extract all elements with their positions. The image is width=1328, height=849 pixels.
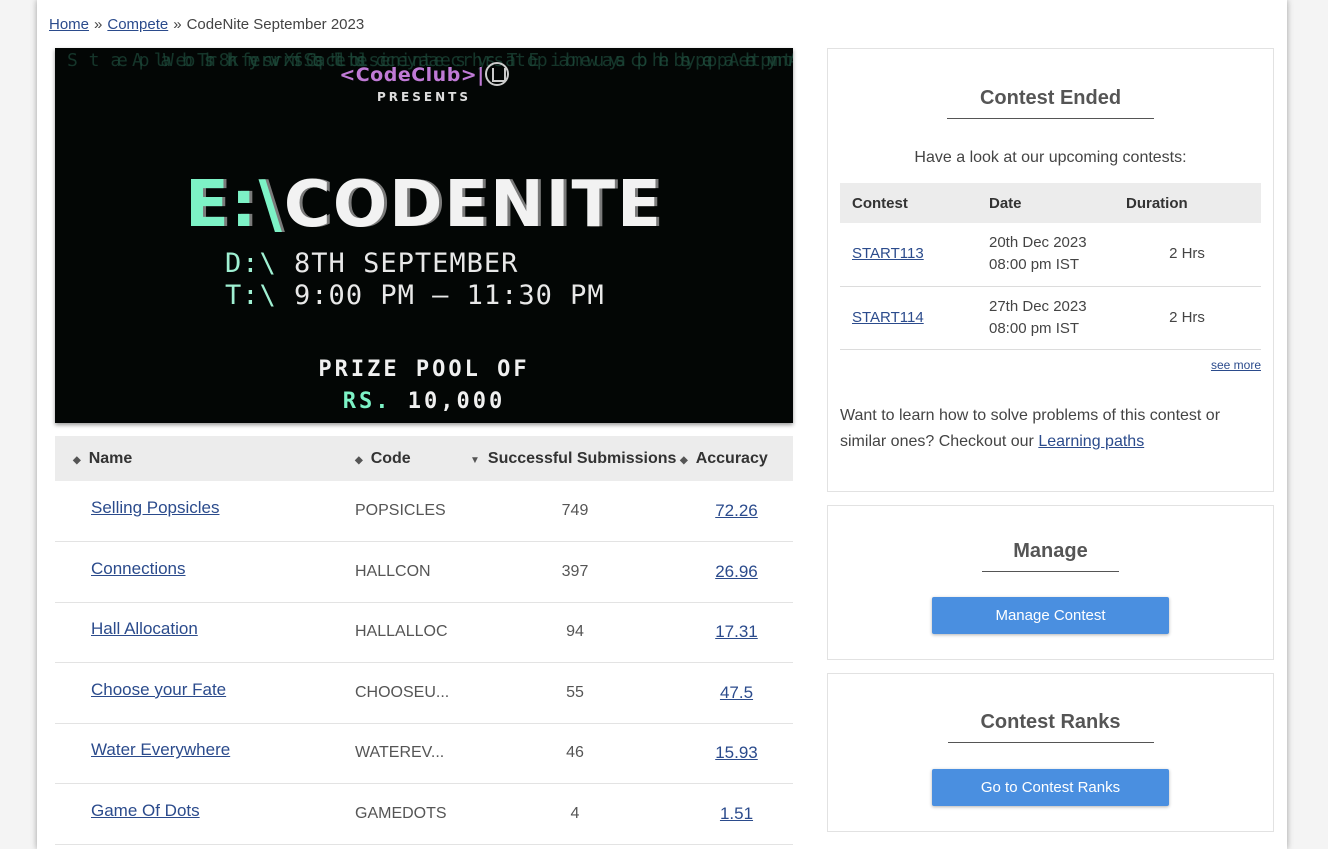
breadcrumb-separator: »: [94, 16, 103, 33]
upcoming-contests-table: Contest Date Duration START113 20th Dec …: [840, 183, 1261, 350]
contest-banner: S t a A l e T 8 f s X C ! b e p a b s r …: [55, 48, 793, 423]
learning-paths-link[interactable]: Learning paths: [1038, 433, 1144, 450]
learning-paths-message: Want to learn how to solve problems of t…: [840, 407, 1221, 450]
problem-accuracy-link[interactable]: 26.96: [715, 562, 758, 581]
table-row: START113 20th Dec 2023 08:00 pm IST 2 Hrs: [840, 223, 1261, 286]
problem-name-link[interactable]: Choose your Fate: [91, 680, 226, 699]
table-row: Game Of Dots GAMEDOTS 4 1.51: [55, 784, 793, 844]
banner-schedule: D:\ 8TH SEPTEMBER T:\ 9:00 PM – 11:30 PM: [225, 248, 605, 312]
upcoming-contest-date: 20th Dec 2023: [989, 234, 1087, 252]
see-more-link[interactable]: see more: [1211, 358, 1261, 372]
sort-desc-icon[interactable]: ▼: [470, 455, 480, 466]
upcoming-contests-text: Have a look at our upcoming contests:: [914, 149, 1187, 166]
problems-table: ◆ Name ◆ Code ▼ Successful Submissions ◆ Acc…: [55, 436, 793, 845]
banner-prize: PRIZE POOL OF RS. 10,000: [55, 354, 793, 418]
problem-submissions: 46: [566, 744, 584, 762]
table-row: Connections HALLCON 397 26.96: [55, 542, 793, 602]
manage-title: Manage: [1013, 540, 1088, 562]
upcoming-table-header: Contest Date Duration: [840, 183, 1261, 223]
problem-accuracy-link[interactable]: 1.51: [720, 804, 753, 823]
banner-presents: PRESENTS: [377, 90, 471, 104]
contest-ended-title: Contest Ended: [979, 87, 1122, 109]
problem-accuracy-link[interactable]: 72.26: [715, 501, 758, 520]
institute-emblem-icon: [484, 62, 509, 86]
problem-submissions: 55: [566, 683, 584, 701]
breadcrumb-separator: »: [173, 16, 182, 33]
problem-code: POPSICLES: [355, 502, 446, 519]
learning-paths-text: Want to learn how to solve problems of t…: [840, 403, 1260, 455]
prize-label: PRIZE POOL OF: [318, 357, 530, 382]
column-header-name[interactable]: ◆ Name: [55, 436, 355, 481]
prize-amount: 10,000: [407, 389, 506, 414]
column-header-accuracy[interactable]: ◆ Accuracy: [680, 436, 793, 481]
problem-accuracy-link[interactable]: 47.5: [720, 683, 753, 702]
contest-ranks-title: Contest Ranks: [980, 711, 1121, 733]
upcoming-contest-duration: 2 Hrs: [1169, 308, 1205, 326]
problem-name-link[interactable]: Hall Allocation: [91, 619, 198, 638]
banner-title-drive: E:\: [185, 168, 284, 242]
column-header-submissions[interactable]: ▼ Successful Submissions: [470, 436, 680, 481]
table-row: Hall Allocation HALLALLOC 94 17.31: [55, 602, 793, 663]
breadcrumb-current: CodeNite September 2023: [186, 16, 365, 33]
problem-accuracy-link[interactable]: 15.93: [715, 743, 758, 762]
logo-divider: |: [477, 64, 485, 86]
upcoming-contest-link[interactable]: START113: [852, 245, 924, 262]
table-row: Choose your Fate CHOOSEU... 55 47.5: [55, 663, 793, 723]
table-row: Water Everywhere WATEREV... 46 15.93: [55, 723, 793, 784]
date-prefix: D:\: [225, 248, 277, 279]
go-to-contest-ranks-button[interactable]: Go to Contest Ranks: [932, 769, 1169, 806]
manage-panel: Manage Manage Contest: [827, 505, 1274, 660]
time-prefix: T:\: [225, 280, 277, 311]
title-underline: [982, 571, 1119, 572]
codeclub-logo: <CodeClub>: [339, 64, 478, 86]
problem-name-link[interactable]: Selling Popsicles: [91, 498, 220, 517]
column-header-duration: Duration: [1126, 194, 1188, 212]
title-underline: [947, 742, 1154, 743]
column-header-contest: Contest: [852, 194, 908, 212]
title-underline: [947, 118, 1154, 119]
banner-title: E:\CODENITE: [55, 168, 793, 242]
upcoming-contest-time: 08:00 pm IST: [989, 319, 1080, 337]
breadcrumb: Home» Compete» CodeNite September 2023: [49, 16, 364, 33]
banner-title-name: CODENITE: [283, 168, 663, 242]
problem-name-link[interactable]: Game Of Dots: [91, 801, 200, 820]
table-row: START114 27th Dec 2023 08:00 pm IST 2 Hrs: [840, 286, 1261, 349]
upcoming-contest-time: 08:00 pm IST: [989, 256, 1080, 274]
column-header-code[interactable]: ◆ Code: [355, 436, 470, 481]
page-container: Home» Compete» CodeNite September 2023 S t…: [37, 0, 1287, 849]
problem-code: CHOOSEU...: [355, 683, 450, 701]
contest-ranks-panel: Contest Ranks Go to Contest Ranks: [827, 673, 1274, 832]
prize-currency: RS.: [342, 389, 392, 414]
upcoming-contest-date: 27th Dec 2023: [989, 297, 1087, 315]
breadcrumb-home-link[interactable]: Home: [49, 16, 89, 33]
problems-table-header: ◆ Name ◆ Code ▼ Successful Submissions ◆ Acc…: [55, 436, 793, 481]
manage-contest-button[interactable]: Manage Contest: [932, 597, 1169, 634]
problem-code: GAMEDOTS: [355, 804, 447, 822]
banner-date: 8TH SEPTEMBER: [294, 248, 519, 279]
upcoming-contest-duration: 2 Hrs: [1169, 245, 1205, 263]
problem-code: HALLCON: [355, 562, 431, 580]
problem-name-link[interactable]: Connections: [91, 559, 186, 578]
problem-name-link[interactable]: Water Everywhere: [91, 740, 230, 759]
problem-submissions: 94: [566, 623, 584, 641]
banner-header: <CodeClub>| PRESENTS: [55, 62, 793, 104]
upcoming-contest-link[interactable]: START114: [852, 309, 924, 326]
table-row: Selling Popsicles POPSICLES 749 72.26: [55, 481, 793, 542]
contest-ended-panel: Contest Ended Have a look at our upcomin…: [827, 48, 1274, 492]
sort-icon[interactable]: ◆: [73, 455, 81, 466]
problem-code: WATEREV...: [355, 744, 445, 762]
problem-accuracy-link[interactable]: 17.31: [715, 622, 758, 641]
problem-submissions: 749: [561, 502, 589, 519]
problem-submissions: 397: [561, 562, 589, 580]
problem-submissions: 4: [570, 804, 580, 822]
sort-icon[interactable]: ◆: [680, 455, 688, 466]
column-header-date: Date: [989, 194, 1022, 212]
banner-time: 9:00 PM – 11:30 PM: [294, 280, 605, 311]
problem-code: HALLALLOC: [355, 623, 448, 641]
sort-icon[interactable]: ◆: [355, 455, 363, 466]
breadcrumb-compete-link[interactable]: Compete: [107, 16, 168, 33]
